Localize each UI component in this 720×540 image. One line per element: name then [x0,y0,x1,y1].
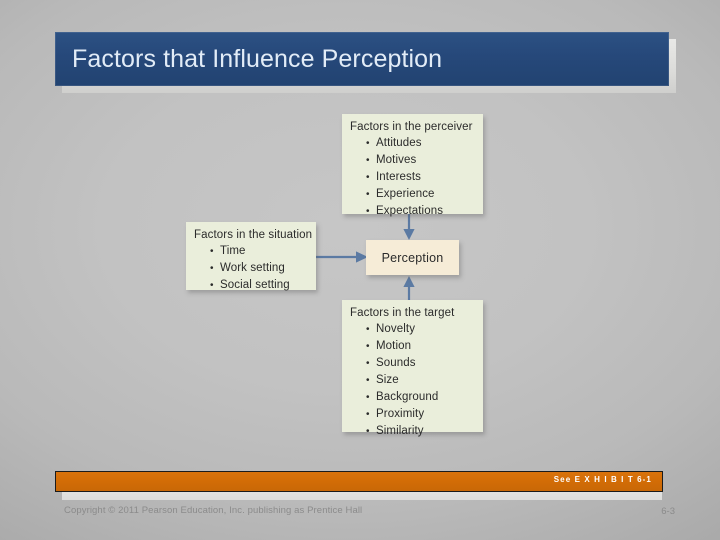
list-item: Experience [366,186,483,203]
list-item: Size [366,372,483,389]
factors-situation-list: Time Work setting Social setting [194,243,316,294]
list-item: Background [366,389,483,406]
list-item: Motion [366,338,483,355]
factors-target-heading: Factors in the target [350,307,455,319]
list-item: Social setting [210,277,316,294]
perception-diagram: Factors in the perceiver Attitudes Motiv… [0,0,720,540]
copyright-notice: Copyright © 2011 Pearson Education, Inc.… [64,505,363,516]
list-item: Attitudes [366,135,483,152]
list-item: Interests [366,169,483,186]
factors-situation-box: Factors in the situation Time Work setti… [186,222,316,291]
factors-perceiver-box: Factors in the perceiver Attitudes Motiv… [342,114,483,217]
factors-perceiver-list: Attitudes Motives Interests Experience E… [350,135,483,220]
arrow-situation-to-perception [316,251,368,263]
factors-situation-heading: Factors in the situation [194,229,313,241]
list-item: Similarity [366,423,483,440]
list-item: Proximity [366,406,483,423]
page-number: 6-3 [661,506,675,517]
footer-accent-bar: See E X H I B I T 6-1 [55,471,663,492]
list-item: Work setting [210,260,316,277]
list-item: Time [210,243,316,260]
list-item: Motives [366,152,483,169]
factors-perceiver-heading: Factors in the perceiver [350,121,473,133]
list-item: Sounds [366,355,483,372]
perception-box: Perception [366,240,459,275]
list-item: Novelty [366,321,483,338]
list-item: Expectations [366,203,483,220]
exhibit-reference: See E X H I B I T 6-1 [553,475,652,484]
arrow-target-to-perception [403,276,415,302]
factors-target-list: Novelty Motion Sounds Size Background Pr… [350,321,483,440]
factors-target-box: Factors in the target Novelty Motion Sou… [342,300,483,437]
slide: Factors that Influence Perception Factor… [0,0,720,540]
